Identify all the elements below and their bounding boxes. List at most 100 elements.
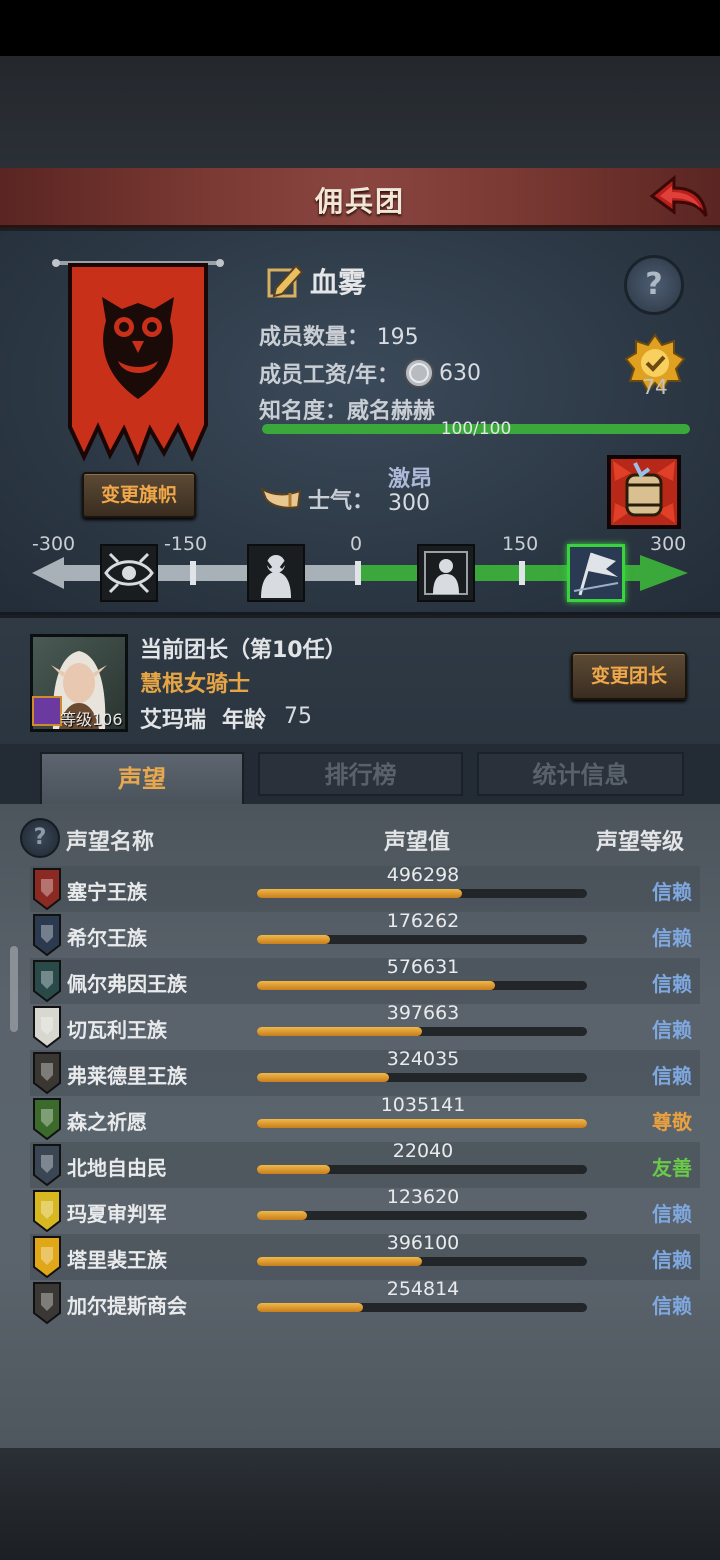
table-row[interactable]: 加尔提斯商会 254814 信赖 (30, 1278, 700, 1326)
rank-badge-value: 74 (642, 375, 668, 399)
reputation-bar-fill (257, 935, 330, 944)
faction-crest-icon (33, 1098, 61, 1141)
reputation-panel: ? 声望名称 声望值 声望等级 塞宁王族 496298 信赖 希尔王族 176262 信赖… (0, 804, 720, 1448)
leader-age-label: 年龄 (222, 708, 267, 733)
leader-level: 等级106 (60, 710, 123, 729)
reputation-level: 信赖 (652, 1018, 692, 1042)
change-flag-button[interactable]: 变更旗帜 (82, 472, 196, 518)
faction-name: 切瓦利王族 (67, 1018, 167, 1042)
reputation-bar (257, 1211, 587, 1220)
members-stat: 成员数量： 195 (259, 319, 419, 351)
reputation-value: 397663 (386, 1002, 460, 1024)
tick-label: -150 (164, 533, 208, 555)
reputation-level: 信赖 (652, 1064, 692, 1088)
reputation-bar (257, 1119, 587, 1128)
faction-crest-icon (33, 1144, 61, 1187)
reputation-bar-fill (257, 1027, 422, 1036)
faction-name: 北地自由民 (67, 1156, 167, 1180)
reputation-bar-fill (257, 1073, 389, 1082)
calm-figure-icon[interactable] (417, 544, 475, 602)
table-row[interactable]: 北地自由民 22040 友善 (30, 1140, 700, 1188)
reputation-value: 176262 (386, 910, 460, 932)
reputation-bar (257, 981, 587, 990)
tick-label: -300 (32, 533, 76, 555)
faction-crest-icon (33, 1236, 61, 1279)
faction-name: 塞宁王族 (67, 880, 147, 904)
victory-banner-icon[interactable] (567, 544, 625, 602)
salary-label: 成员工资/年： (259, 363, 400, 388)
reputation-bar (257, 1303, 587, 1312)
guild-name: 血雾 (310, 266, 367, 299)
staff-icon (32, 696, 62, 726)
reputation-level: 信赖 (652, 972, 692, 996)
reputation-value: 396100 (386, 1232, 460, 1254)
tab-statistics[interactable]: 统计信息 (477, 752, 684, 796)
reputation-bar (257, 1165, 587, 1174)
faction-crest-icon (33, 1006, 61, 1049)
reputation-help-button[interactable]: ? (20, 818, 60, 858)
page-title: 佣兵团 (314, 185, 405, 218)
barrel-icon[interactable] (607, 455, 681, 529)
reputation-value: 496298 (386, 864, 460, 886)
faction-name: 佩尔弗因王族 (67, 972, 187, 996)
salary-stat: 成员工资/年： 630 (259, 357, 481, 389)
background-bottom (0, 1448, 720, 1560)
despair-figure-icon[interactable] (247, 544, 305, 602)
table-row[interactable]: 森之祈愿 1035141 尊敬 (30, 1094, 700, 1142)
leader-age: 75 (284, 704, 312, 729)
tab-reputation[interactable]: 声望 (40, 752, 244, 804)
background-top (0, 56, 720, 168)
scrollbar[interactable] (10, 946, 18, 1032)
tick-label: 0 (350, 533, 363, 555)
table-row[interactable]: 玛夏审判军 123620 信赖 (30, 1186, 700, 1234)
members-value: 195 (376, 325, 419, 350)
back-arrow-icon[interactable] (648, 174, 708, 222)
reputation-bar-fill (257, 1211, 307, 1220)
help-button[interactable]: ? (624, 255, 684, 315)
tab-bar: 声望 排行榜 统计信息 (0, 744, 720, 804)
table-row[interactable]: 希尔王族 176262 信赖 (30, 910, 700, 958)
fame-progress-text: 100/100 (440, 419, 512, 439)
guild-banner-icon[interactable] (52, 257, 224, 467)
table-row[interactable]: 切瓦利王族 397663 信赖 (30, 1002, 700, 1050)
table-row[interactable]: 塔里裴王族 396100 信赖 (30, 1232, 700, 1280)
header-name: 声望名称 (66, 830, 155, 855)
reputation-bar (257, 1027, 587, 1036)
reputation-value: 22040 (392, 1140, 454, 1162)
faction-name: 塔里裴王族 (67, 1248, 167, 1272)
reputation-bar (257, 889, 587, 898)
tick-label: 300 (650, 533, 687, 555)
faction-crest-icon (33, 1282, 61, 1325)
reputation-level: 友善 (652, 1156, 692, 1180)
header-level: 声望等级 (596, 830, 685, 855)
header-value: 声望值 (384, 830, 451, 855)
leader-name: 艾玛瑞 (140, 708, 207, 733)
change-leader-button[interactable]: 变更团长 (571, 652, 687, 700)
leader-class: 慧根女骑士 (140, 672, 251, 697)
members-label: 成员数量： (259, 325, 370, 350)
reputation-value: 576631 (386, 956, 460, 978)
silver-coin-icon (404, 358, 435, 388)
table-row[interactable]: 佩尔弗因王族 576631 信赖 (30, 956, 700, 1004)
reputation-value: 1035141 (380, 1094, 466, 1116)
reputation-level: 信赖 (652, 1294, 692, 1318)
reputation-bar-fill (257, 1257, 422, 1266)
faction-name: 森之祈愿 (67, 1110, 147, 1134)
reputation-bar (257, 935, 587, 944)
reputation-bar-fill (257, 1165, 330, 1174)
table-row[interactable]: 塞宁王族 496298 信赖 (30, 864, 700, 912)
guild-info-panel: 变更旗帜 血雾 成员数量： 195 成员工资/年： 630 知名度：威名赫赫 1… (0, 231, 720, 615)
tab-ranking[interactable]: 排行榜 (258, 752, 463, 796)
faction-name: 玛夏审判军 (67, 1202, 167, 1226)
reputation-header: ? 声望名称 声望值 声望等级 (0, 818, 720, 862)
frenzy-eye-icon[interactable] (100, 544, 158, 602)
reputation-value: 123620 (386, 1186, 460, 1208)
tick-label: 150 (502, 533, 539, 555)
edit-name-icon[interactable] (266, 262, 304, 300)
salary-value: 630 (439, 360, 482, 386)
reputation-value: 254814 (386, 1278, 460, 1300)
leader-title: 当前团长（第10任） (140, 638, 347, 663)
table-row[interactable]: 弗莱德里王族 324035 信赖 (30, 1048, 700, 1096)
faction-crest-icon (33, 1190, 61, 1233)
morale-value: 300 (388, 491, 430, 516)
